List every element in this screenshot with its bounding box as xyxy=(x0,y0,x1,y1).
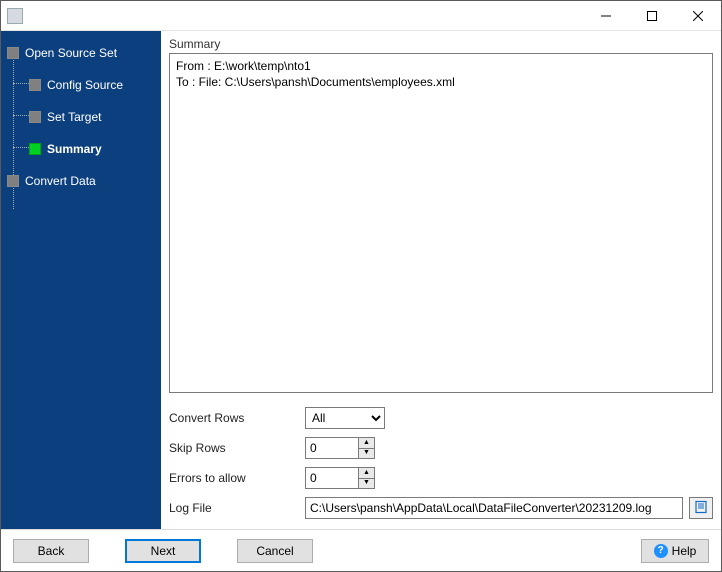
body: Open Source Set Config Source Set Target… xyxy=(1,31,721,529)
errors-allow-input[interactable] xyxy=(306,468,358,488)
spin-up-icon[interactable]: ▲ xyxy=(359,438,374,449)
document-icon xyxy=(694,500,708,517)
step-label: Convert Data xyxy=(25,174,96,188)
next-button[interactable]: Next xyxy=(125,539,201,563)
log-file-input[interactable] xyxy=(305,497,683,519)
convert-rows-select[interactable]: All xyxy=(305,407,385,429)
options-form: Convert Rows All Skip Rows ▲ ▼ xyxy=(169,407,713,519)
help-icon: ? xyxy=(654,544,668,558)
skip-rows-spinner[interactable]: ▲ ▼ xyxy=(305,437,375,459)
step-label: Set Target xyxy=(47,110,101,124)
tree-connector-line xyxy=(13,115,29,116)
maximize-button[interactable] xyxy=(629,1,675,30)
step-set-target[interactable]: Set Target xyxy=(29,105,155,129)
cancel-button[interactable]: Cancel xyxy=(237,539,313,563)
help-button[interactable]: ? Help xyxy=(641,539,709,563)
step-status-icon xyxy=(7,47,19,59)
wizard-footer: Back Next Cancel ? Help xyxy=(1,529,721,571)
step-label: Config Source xyxy=(47,78,123,92)
close-button[interactable] xyxy=(675,1,721,30)
errors-allow-spinner[interactable]: ▲ ▼ xyxy=(305,467,375,489)
step-status-icon xyxy=(29,143,41,155)
spin-down-icon[interactable]: ▼ xyxy=(359,449,374,459)
step-status-icon xyxy=(7,175,19,187)
step-summary[interactable]: Summary xyxy=(29,137,155,161)
back-button[interactable]: Back xyxy=(13,539,89,563)
browse-log-button[interactable] xyxy=(689,497,713,519)
log-file-label: Log File xyxy=(169,501,299,515)
main-panel: Summary From : E:\work\temp\nto1 To : Fi… xyxy=(161,31,721,529)
step-open-source-set[interactable]: Open Source Set xyxy=(7,41,155,65)
errors-allow-label: Errors to allow xyxy=(169,471,299,485)
tree-connector-line xyxy=(13,147,29,148)
skip-rows-input[interactable] xyxy=(306,438,358,458)
button-label: Help xyxy=(672,544,697,558)
app-window: Open Source Set Config Source Set Target… xyxy=(0,0,722,572)
convert-rows-label: Convert Rows xyxy=(169,411,299,425)
step-convert-data[interactable]: Convert Data xyxy=(7,169,155,193)
button-label: Cancel xyxy=(256,544,293,558)
button-label: Next xyxy=(151,544,176,558)
section-label: Summary xyxy=(169,37,713,51)
titlebar xyxy=(1,1,721,31)
step-status-icon xyxy=(29,79,41,91)
spin-up-icon[interactable]: ▲ xyxy=(359,468,374,479)
titlebar-left xyxy=(1,8,583,24)
step-status-icon xyxy=(29,111,41,123)
skip-rows-label: Skip Rows xyxy=(169,441,299,455)
spin-down-icon[interactable]: ▼ xyxy=(359,479,374,489)
minimize-button[interactable] xyxy=(583,1,629,30)
wizard-steps-tree: Open Source Set Config Source Set Target… xyxy=(7,41,155,193)
step-config-source[interactable]: Config Source xyxy=(29,73,155,97)
app-icon xyxy=(7,8,23,24)
summary-textarea[interactable]: From : E:\work\temp\nto1 To : File: C:\U… xyxy=(169,53,713,393)
sidebar: Open Source Set Config Source Set Target… xyxy=(1,31,161,529)
button-label: Back xyxy=(38,544,65,558)
step-label: Open Source Set xyxy=(25,46,117,60)
tree-connector-line xyxy=(13,83,29,84)
step-label: Summary xyxy=(47,142,102,156)
